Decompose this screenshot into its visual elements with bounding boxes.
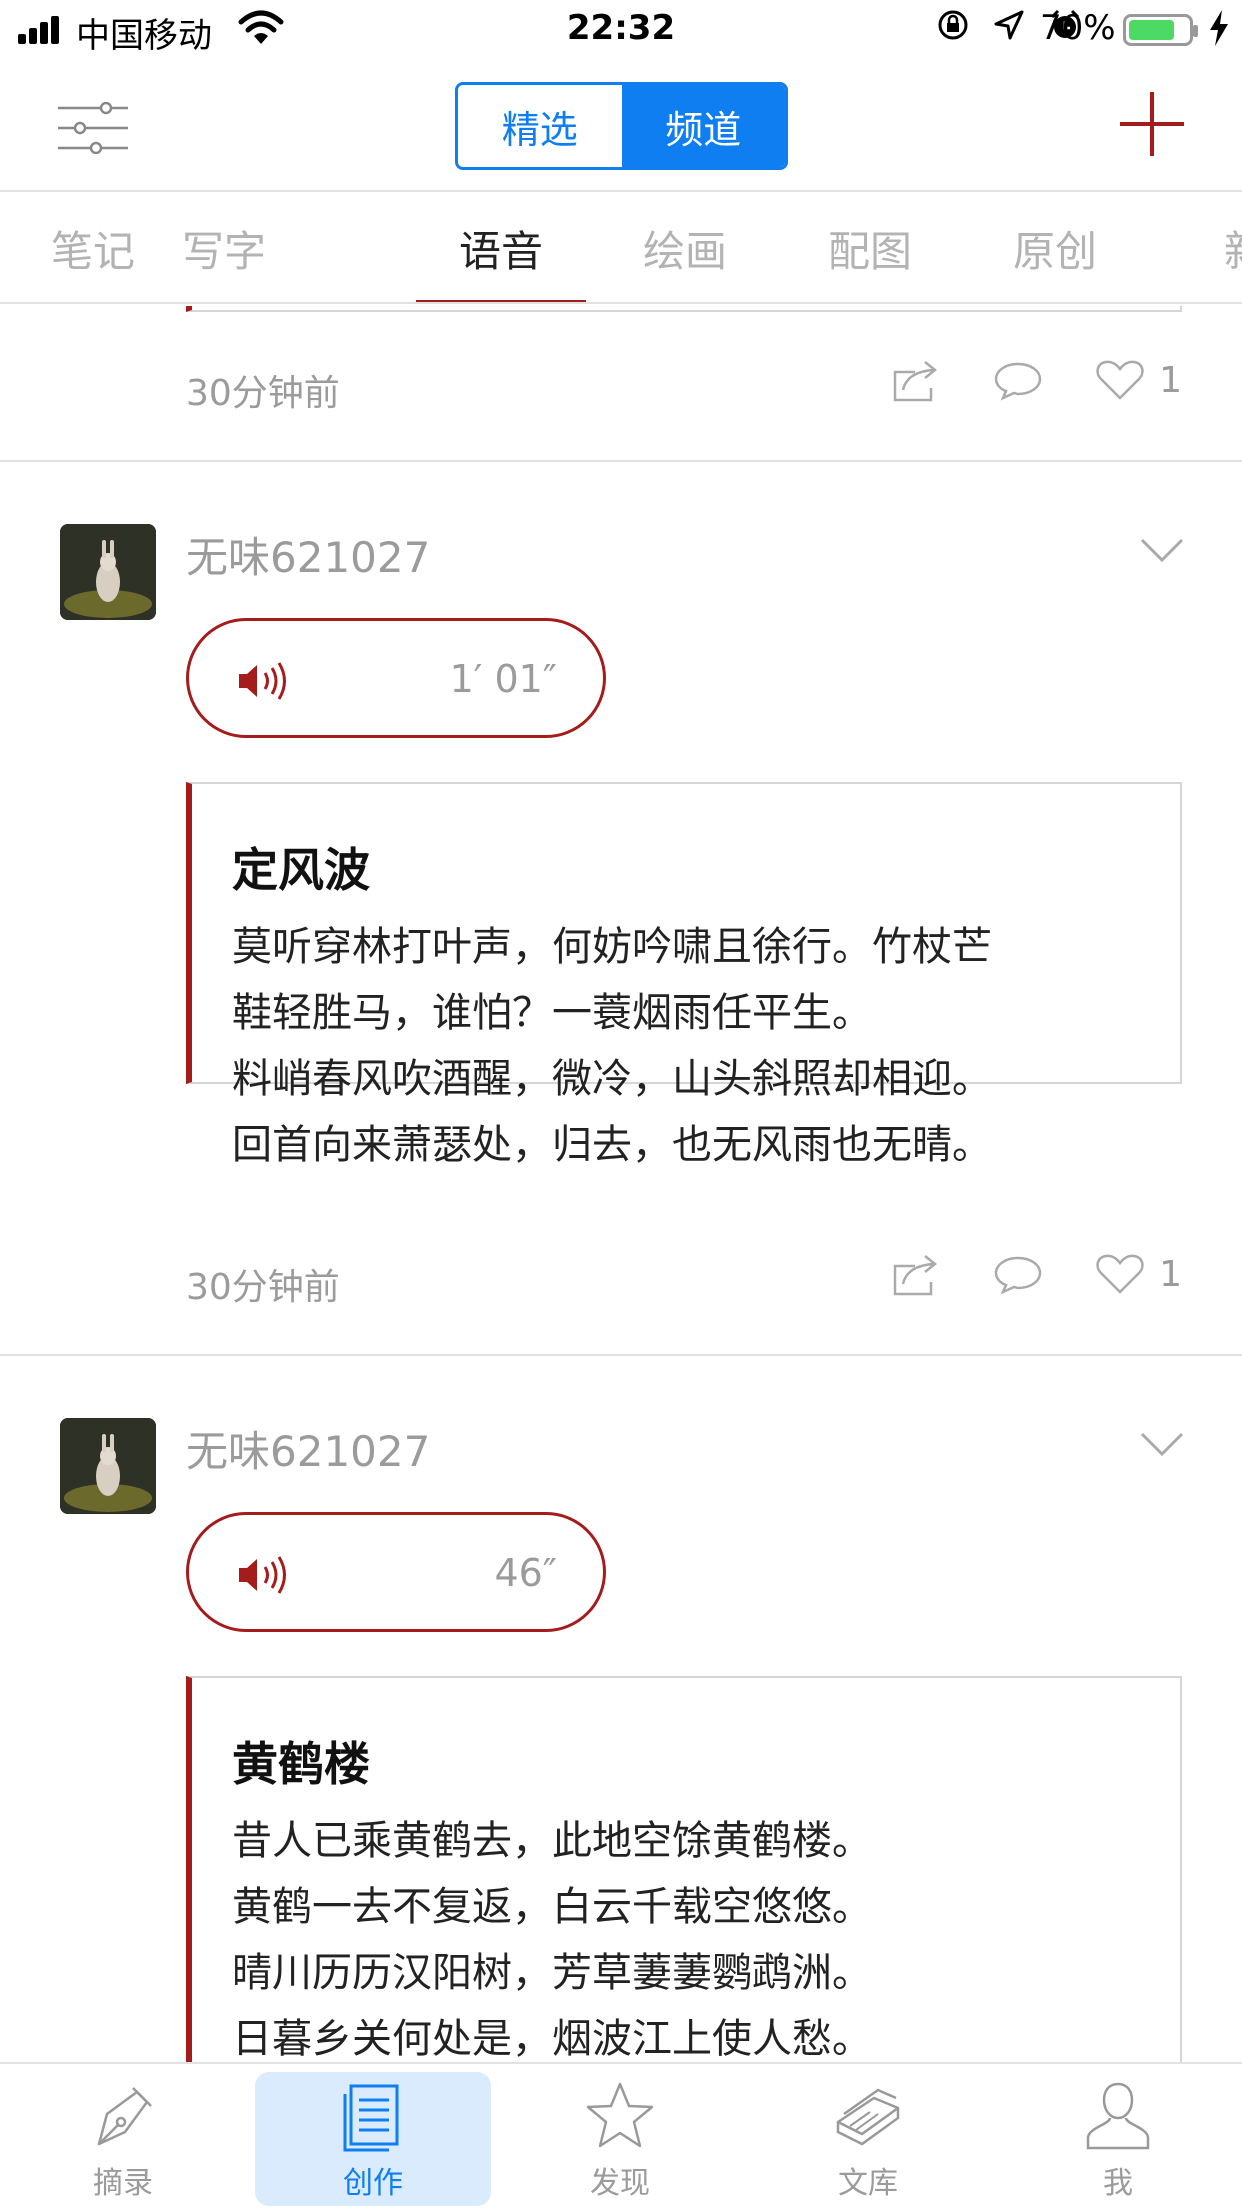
voice-player-button[interactable]: 1′ 01″ [186, 618, 606, 738]
chevron-down-icon[interactable] [1140, 1430, 1184, 1458]
bottom-tab-bar: 摘录 创作 发现 文库 我 [0, 2062, 1242, 2208]
star-icon [586, 2082, 654, 2148]
divider [0, 1354, 1242, 1356]
poem-line: 莫听穿林打叶声，何妨吟啸且徐行。竹杖芒 [232, 924, 992, 970]
navigation-bar: 精选 频道 [0, 60, 1242, 192]
segment-channels[interactable]: 频道 [621, 85, 785, 167]
username[interactable]: 无味621027 [186, 524, 430, 585]
comment-icon[interactable] [993, 1252, 1043, 1296]
voice-duration: 46″ [494, 1551, 557, 1595]
channel-tabs: 笔记 写字 语音 绘画 配图 原创 新 [0, 192, 1242, 304]
poem-line: 料峭春风吹酒醒，微冷，山头斜照却相迎。 [232, 1056, 992, 1102]
battery-percent: 70% [1040, 8, 1116, 48]
poem-card[interactable]: 定风波 莫听穿林打叶声，何妨吟啸且徐行。竹杖芒 鞋轻胜马，谁怕？一蓑烟雨任平生。… [186, 782, 1182, 1168]
voice-player-button[interactable]: 46″ [186, 1512, 606, 1632]
tab-voice[interactable]: 语音 [416, 192, 586, 302]
tabbar-excerpts[interactable]: 摘录 [5, 2072, 241, 2206]
tabbar-label: 我 [1103, 2166, 1133, 2201]
post-header: 无味621027 [0, 1418, 1242, 1518]
document-icon [343, 2084, 399, 2152]
tab-handwriting[interactable]: 写字 [139, 192, 309, 302]
poem-line: 日暮乡关何处是，烟波江上使人愁。 [232, 2016, 872, 2062]
tab-new[interactable]: 新 [1160, 192, 1242, 302]
pen-nib-icon [97, 2087, 152, 2146]
heart-icon [1096, 1254, 1144, 1294]
poem-title: 定风波 [232, 843, 370, 897]
heart-icon [1096, 360, 1144, 400]
filter-settings-icon[interactable] [58, 102, 128, 154]
feed-segmented-control: 精选 频道 [455, 82, 788, 170]
chevron-down-icon[interactable] [1140, 536, 1184, 564]
tabbar-me[interactable]: 我 [1000, 2072, 1236, 2206]
post-time: 30分钟前 [186, 1267, 340, 1308]
tabbar-discover[interactable]: 发现 [502, 2072, 738, 2206]
add-post-button[interactable] [1120, 92, 1184, 156]
avatar[interactable] [60, 1418, 156, 1514]
poem-title: 黄鹤楼 [232, 1737, 370, 1791]
status-bar: 中国移动 22:32 70% [0, 0, 1242, 60]
charging-icon [1210, 10, 1228, 46]
voice-duration: 1′ 01″ [449, 657, 557, 701]
tabbar-library[interactable]: 文库 [750, 2072, 986, 2206]
avatar[interactable] [60, 524, 156, 620]
tabbar-create[interactable]: 创作 [255, 2072, 491, 2206]
tabbar-label: 发现 [590, 2166, 650, 2201]
orientation-lock-icon [938, 10, 968, 40]
tabbar-label: 文库 [838, 2166, 898, 2201]
person-icon [1086, 2082, 1150, 2150]
battery-icon [1123, 14, 1198, 46]
like-button[interactable]: 1 [1095, 1252, 1182, 1296]
feed-list[interactable]: 30分钟前 1 无味621027 1′ 01″ 定风波 莫听穿林打叶声，何妨吟啸… [0, 306, 1242, 2062]
poem-card[interactable]: 黄鹤楼 昔人已乘黄鹤去，此地空馀黄鹤楼。 黄鹤一去不复返，白云千载空悠悠。 晴川… [186, 1676, 1182, 2062]
poem-line: 晴川历历汉阳树，芳草萋萋鹦鹉洲。 [232, 1950, 872, 1996]
speaker-icon [239, 1556, 286, 1594]
poem-line: 回首向来萧瑟处，归去，也无风雨也无晴。 [232, 1122, 992, 1168]
username[interactable]: 无味621027 [186, 1418, 430, 1479]
tab-painting[interactable]: 绘画 [600, 192, 770, 302]
post-time: 30分钟前 [186, 373, 340, 414]
tabbar-label: 摘录 [93, 2166, 153, 2201]
tab-illustration[interactable]: 配图 [785, 192, 955, 302]
post-header: 无味621027 [0, 524, 1242, 624]
poem-line: 黄鹤一去不复返，白云千载空悠悠。 [232, 1884, 872, 1930]
like-count: 1 [1159, 1253, 1182, 1295]
comment-icon[interactable] [993, 358, 1043, 402]
location-icon [994, 10, 1024, 40]
like-count: 1 [1159, 359, 1182, 401]
post-meta: 30分钟前 1 [186, 1252, 1182, 1312]
poem-line: 鞋轻胜马，谁怕？一蓑烟雨任平生。 [232, 990, 872, 1036]
tabbar-label: 创作 [343, 2166, 403, 2201]
post-meta: 30分钟前 1 [186, 358, 1182, 418]
previous-poem-card[interactable] [186, 306, 1182, 312]
share-icon[interactable] [891, 1252, 941, 1296]
segment-featured[interactable]: 精选 [458, 85, 622, 167]
tab-original[interactable]: 原创 [970, 192, 1140, 302]
speaker-icon [239, 662, 286, 700]
like-button[interactable]: 1 [1095, 358, 1182, 402]
poem-line: 昔人已乘黄鹤去，此地空馀黄鹤楼。 [232, 1818, 872, 1864]
books-icon [836, 2088, 900, 2146]
divider [0, 460, 1242, 462]
share-icon[interactable] [891, 358, 941, 402]
